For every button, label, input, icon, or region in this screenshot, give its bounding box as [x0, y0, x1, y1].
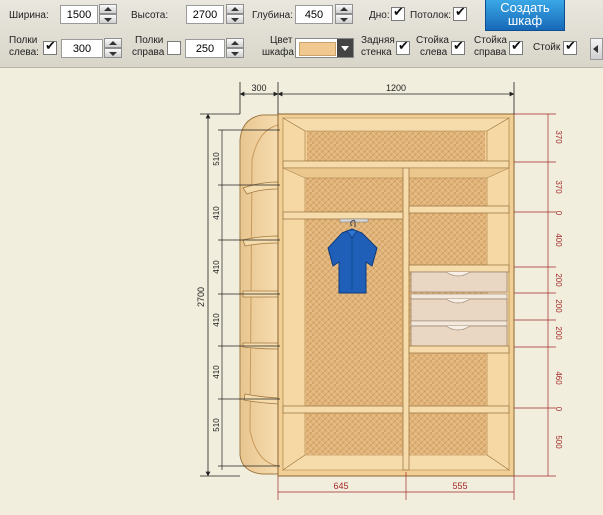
right-dim-4: 400	[554, 233, 563, 247]
right-dim-1: 370	[554, 130, 563, 144]
bottom-dim-right: 555	[452, 481, 467, 491]
top-dim-side: 300	[251, 83, 266, 93]
left-dim-2: 410	[212, 206, 221, 220]
top-dim-main: 1200	[386, 83, 406, 93]
left-dim-6: 510	[212, 418, 221, 432]
wardrobe-drawing: 300 1200 2700 510 410 410 410 410 510 37…	[196, 82, 563, 500]
right-dim-6: 200	[554, 299, 563, 313]
right-dim-8: 460	[554, 371, 563, 385]
left-dim-4: 410	[212, 313, 221, 327]
left-dim-5: 410	[212, 365, 221, 379]
left-open-shelves	[239, 114, 279, 475]
left-dim-3: 410	[212, 260, 221, 274]
height-dim-label: 2700	[196, 287, 206, 307]
wardrobe-body	[277, 113, 515, 477]
right-dimensions	[514, 113, 556, 477]
right-dim-9: 0	[554, 407, 563, 412]
left-dim-1: 510	[212, 152, 221, 166]
right-dim-10: 500	[554, 435, 563, 449]
top-dimensions	[239, 82, 515, 114]
right-dim-3: 0	[554, 211, 563, 216]
right-dim-2: 370	[554, 180, 563, 194]
right-dim-7: 200	[554, 326, 563, 340]
right-dim-5: 200	[554, 273, 563, 287]
bottom-dim-left: 645	[333, 481, 348, 491]
